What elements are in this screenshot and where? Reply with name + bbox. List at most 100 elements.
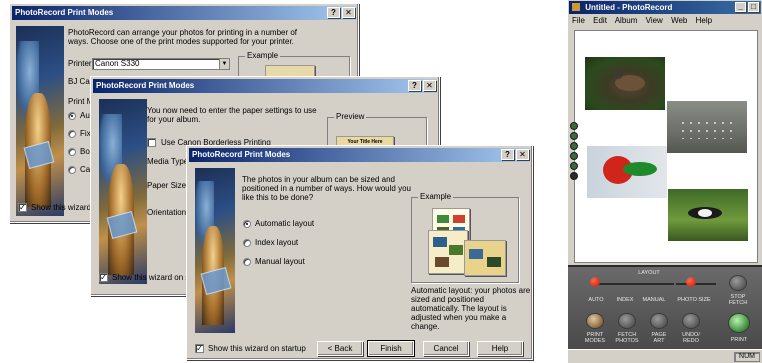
- printer-value: Canon S330: [95, 59, 140, 68]
- dialog-1-intro-line-2: ways. Choose one of the print modes supp…: [68, 37, 294, 46]
- page-tab-2[interactable]: [570, 132, 578, 140]
- dialog-3-titlebar: PhotoRecord Print Modes ? ✕: [189, 148, 530, 162]
- photo-birds-flock[interactable]: [667, 101, 747, 153]
- layout-slider-knob[interactable]: [590, 277, 600, 287]
- preview-label: Preview: [334, 112, 367, 122]
- menu-file[interactable]: File: [572, 16, 585, 25]
- photo-duck[interactable]: [585, 57, 665, 110]
- question-icon[interactable]: ?: [327, 7, 340, 18]
- photorecord-window: Untitled - PhotoRecord _ □ File Edit Alb…: [568, 0, 762, 363]
- menu-edit[interactable]: Edit: [593, 16, 607, 25]
- dialog-3-intro-line-3: like this to be done?: [242, 193, 314, 202]
- menu-web[interactable]: Web: [671, 16, 687, 25]
- album-page[interactable]: [574, 30, 758, 263]
- question-icon[interactable]: ?: [408, 80, 421, 91]
- manual-layout-radio[interactable]: [243, 258, 251, 266]
- show-wizard-checkbox-1[interactable]: ✓: [18, 203, 27, 212]
- photo-size-slider-knob[interactable]: [686, 277, 696, 287]
- print-mode-radio-2[interactable]: [68, 130, 76, 138]
- dialog-3-title: PhotoRecord Print Modes: [192, 150, 291, 159]
- print-modes-dialog-3: PhotoRecord Print Modes ? ✕ The photos i…: [186, 145, 533, 360]
- app-title: Untitled - PhotoRecord: [585, 3, 673, 12]
- back-button[interactable]: < Back: [317, 341, 363, 356]
- print-modes-label-2: MODES: [584, 338, 606, 344]
- app-icon: [572, 3, 580, 11]
- paper-size-label: Paper Size:: [147, 181, 189, 190]
- example-page-mid: [428, 230, 468, 274]
- example-page-front: [464, 240, 506, 276]
- stop-fetch-button[interactable]: [729, 275, 747, 291]
- page-art-label-2: ART: [653, 338, 665, 344]
- maximize-icon[interactable]: □: [748, 2, 759, 12]
- print-mode-radio-4[interactable]: [68, 166, 76, 174]
- borderless-checkbox[interactable]: [147, 138, 156, 147]
- automatic-layout-radio[interactable]: [243, 220, 251, 228]
- example-label-3: Example: [418, 192, 454, 202]
- question-icon[interactable]: ?: [501, 149, 514, 160]
- description-line-5: change.: [411, 322, 440, 331]
- dialog-1-titlebar: PhotoRecord Print Modes ? ✕: [12, 6, 356, 20]
- help-button[interactable]: Help: [477, 341, 523, 356]
- show-wizard-label-3: Show this wizard on startup: [208, 344, 306, 353]
- finish-button[interactable]: Finish: [367, 340, 415, 357]
- menu-album[interactable]: Album: [615, 16, 638, 25]
- print-modes-button[interactable]: [586, 313, 604, 329]
- printer-select[interactable]: Canon S330 ▼: [92, 58, 230, 70]
- layout-slider-track: [592, 283, 674, 285]
- example-group-3: Example: [411, 192, 519, 283]
- layout-index-label[interactable]: INDEX: [614, 297, 636, 303]
- wizard-side-image: [195, 168, 235, 333]
- show-wizard-checkbox-2[interactable]: ✓: [99, 273, 108, 282]
- photo-parrot[interactable]: [587, 146, 667, 198]
- undo-redo-button[interactable]: [682, 313, 700, 329]
- wizard-side-image: [99, 99, 147, 284]
- undo-redo-label-2: REDO: [683, 338, 699, 344]
- close-icon[interactable]: ✕: [342, 7, 355, 18]
- photo-magpie[interactable]: [668, 189, 748, 241]
- dialog-2-titlebar: PhotoRecord Print Modes ? ✕: [93, 79, 437, 93]
- show-wizard-checkbox-3[interactable]: ✓: [195, 344, 204, 353]
- page-tab-4[interactable]: [570, 152, 578, 160]
- dialog-1-title: PhotoRecord Print Modes: [15, 8, 114, 17]
- fetch-photos-button[interactable]: [618, 313, 636, 329]
- photo-size-label: PHOTO SIZE: [677, 297, 711, 303]
- dialog-2-title: PhotoRecord Print Modes: [96, 81, 195, 90]
- menu-help[interactable]: Help: [696, 16, 712, 25]
- page-tab-5[interactable]: [570, 162, 578, 170]
- stop-fetch-label-2: FETCH: [728, 300, 748, 306]
- media-type-label: Media Type: [147, 157, 189, 166]
- close-icon[interactable]: ✕: [423, 80, 436, 91]
- app-titlebar: Untitled - PhotoRecord _ □: [569, 1, 761, 14]
- status-num: NUM: [734, 352, 760, 362]
- show-wizard-label-2: Show this wizard on sta: [112, 273, 197, 282]
- dialog-2-intro-line-2: for your album.: [147, 115, 201, 124]
- minimize-icon[interactable]: _: [735, 2, 746, 12]
- print-mode-radio-3[interactable]: [68, 148, 76, 156]
- page-tab-3[interactable]: [570, 142, 578, 150]
- photo-size-slider-track: [676, 283, 716, 285]
- print-button[interactable]: [728, 313, 750, 333]
- control-panel: LAYOUT AUTO INDEX MANUAL PHOTO SIZE STOP…: [568, 265, 762, 349]
- layout-auto-label[interactable]: AUTO: [586, 297, 606, 303]
- example-label-1: Example: [245, 51, 281, 61]
- cancel-button[interactable]: Cancel: [423, 341, 469, 356]
- page-tab-6[interactable]: [570, 172, 578, 180]
- printer-label: Printer:: [68, 59, 94, 68]
- chevron-down-icon[interactable]: ▼: [219, 59, 229, 69]
- print-button-label: PRINT: [730, 337, 748, 343]
- orientation-label: Orientation:: [147, 208, 189, 217]
- app-menubar: File Edit Album View Web Help: [572, 16, 718, 26]
- index-layout-radio[interactable]: [243, 239, 251, 247]
- layout-manual-label[interactable]: MANUAL: [640, 297, 668, 303]
- menu-view[interactable]: View: [646, 16, 663, 25]
- close-icon[interactable]: ✕: [516, 149, 529, 160]
- status-bar: NUM: [568, 349, 762, 363]
- layout-group-label: LAYOUT: [638, 270, 660, 276]
- print-mode-radio-1[interactable]: [68, 112, 76, 120]
- manual-layout-label: Manual layout: [255, 257, 305, 266]
- index-layout-label: Index layout: [255, 238, 299, 247]
- page-art-button[interactable]: [650, 313, 668, 329]
- page-tab-1[interactable]: [570, 122, 578, 130]
- page-tabs: [570, 122, 578, 182]
- automatic-layout-label: Automatic layout: [255, 219, 315, 228]
